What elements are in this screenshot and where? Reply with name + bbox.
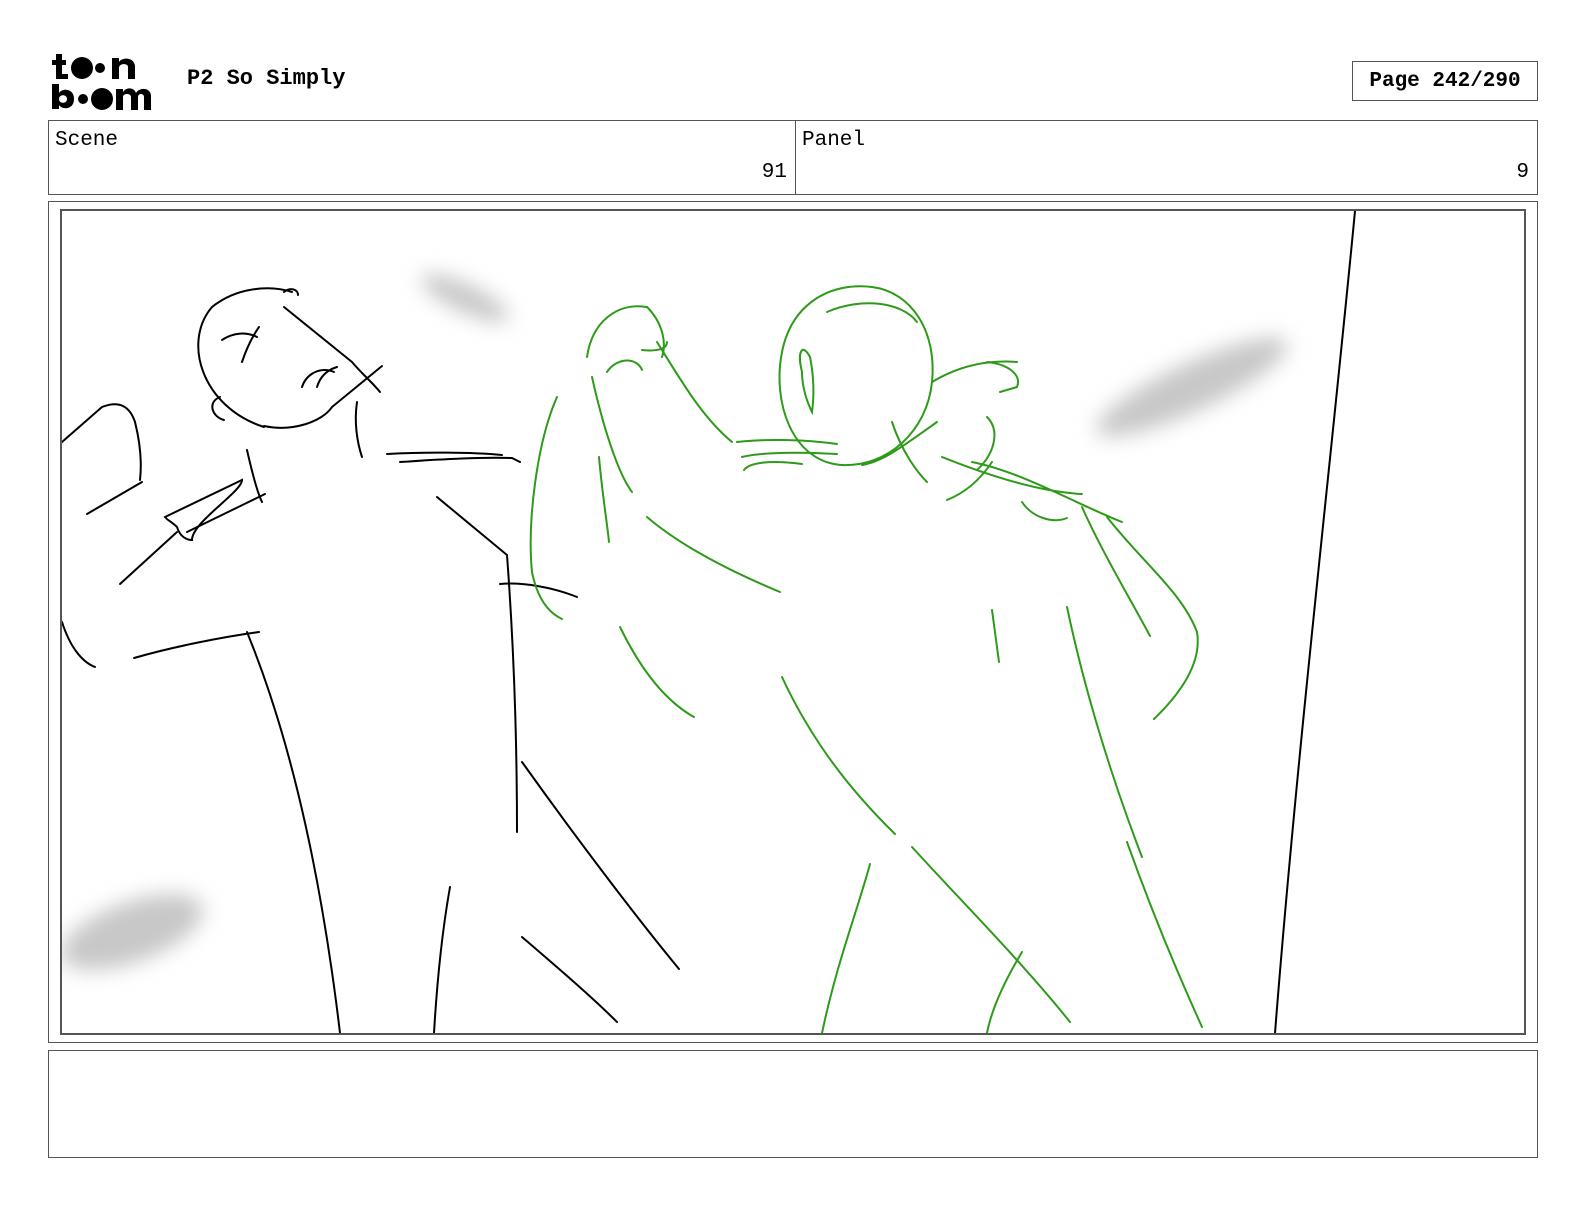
project-title: P2 So Simply xyxy=(187,66,346,91)
panel-label: Panel xyxy=(802,129,866,152)
smudges xyxy=(62,274,1288,971)
scene-label: Scene xyxy=(55,129,119,152)
panel-cell: Panel 9 xyxy=(796,121,1537,194)
scene-panel-row: Scene 91 Panel 9 xyxy=(48,120,1538,195)
green-figure xyxy=(529,285,1203,1033)
notes-box xyxy=(48,1050,1538,1158)
scene-number: 91 xyxy=(761,161,787,184)
page-indicator: Page 242/290 xyxy=(1352,61,1538,101)
black-figure xyxy=(62,211,1356,1033)
sketch-canvas xyxy=(60,209,1526,1035)
storyboard-sketch xyxy=(62,211,1356,1033)
toon-boom-logo xyxy=(52,54,151,110)
scene-cell: Scene 91 xyxy=(49,121,796,194)
panel-number: 9 xyxy=(1516,161,1529,184)
